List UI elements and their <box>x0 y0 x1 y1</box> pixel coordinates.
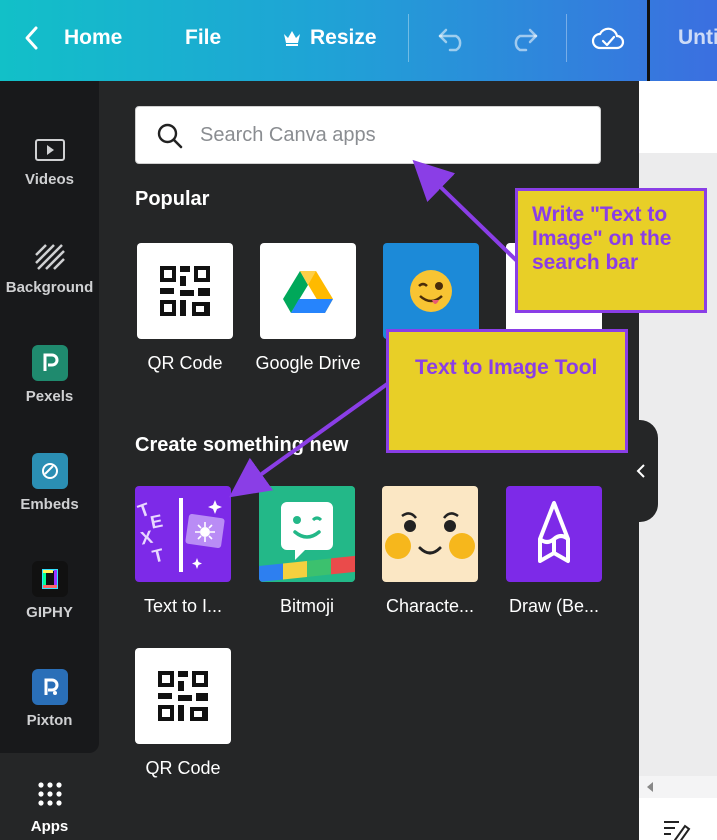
rail-item-giphy[interactable]: GIPHY <box>0 553 99 643</box>
notes-bar <box>639 798 717 840</box>
app-label: Text to I... <box>143 596 223 616</box>
scroll-left-icon[interactable] <box>639 776 659 798</box>
callout-text-to-image-tool: Text to Image Tool <box>386 329 628 453</box>
app-label: QR Code <box>147 353 223 373</box>
app-label: Google Drive <box>255 353 361 373</box>
rail-apps-area: Apps <box>0 753 99 840</box>
rail-item-pixton[interactable]: Pixton <box>0 661 99 751</box>
create-heading: Create something new <box>135 434 349 456</box>
app-tile-draw[interactable]: Draw (Be... <box>506 486 602 617</box>
app-label: Draw (Be... <box>508 596 600 616</box>
file-menu-button[interactable]: File <box>185 22 221 54</box>
crown-icon <box>284 31 300 46</box>
app-tile-character[interactable]: Characte... <box>382 486 478 617</box>
canva-editor: Home File Resize Unti Videos Background … <box>0 0 717 840</box>
rail-item-embeds[interactable]: Embeds <box>0 445 99 535</box>
rail-item-label: Embeds <box>20 496 79 513</box>
giphy-icon <box>31 561 68 597</box>
toolbar-divider <box>566 14 567 62</box>
back-chevron-icon[interactable] <box>22 22 42 54</box>
rail-item-label: Pexels <box>25 388 74 405</box>
bitmoji-icon <box>259 486 355 582</box>
qr-code-icon <box>135 648 231 744</box>
app-tile-google-drive[interactable]: Google Drive <box>255 243 361 374</box>
pixton-icon <box>31 669 68 705</box>
search-icon <box>157 123 183 149</box>
popular-heading: Popular <box>135 188 210 210</box>
rail-item-label: GIPHY <box>26 604 73 621</box>
toolbar-divider <box>408 14 409 62</box>
app-tile-bitmoji[interactable]: Bitmoji <box>259 486 355 617</box>
canvas-toolbar-area <box>639 81 717 153</box>
top-bar: Home File Resize Unti <box>0 0 717 84</box>
app-label: QR Code <box>145 758 221 778</box>
pexels-icon <box>31 345 68 381</box>
resize-button[interactable]: Resize <box>282 22 377 54</box>
design-title[interactable]: Unti <box>647 0 717 84</box>
notes-pencil-icon[interactable] <box>661 816 691 840</box>
resize-label: Resize <box>310 26 377 49</box>
app-tile-emoji[interactable] <box>383 243 479 339</box>
undo-icon[interactable] <box>436 22 470 54</box>
app-label: Characte... <box>385 596 475 616</box>
search-input[interactable] <box>200 119 580 151</box>
callout-search-instruction: Write "Text to Image" on the search bar <box>515 188 707 313</box>
rail-item-label: Background <box>5 279 94 296</box>
video-icon <box>32 135 68 171</box>
character-face-icon <box>382 486 478 582</box>
rail-item-label: Videos <box>25 171 74 188</box>
side-rail: Videos Background Pexels Embeds GIPHY Pi… <box>0 81 99 753</box>
rail-item-apps[interactable]: Apps <box>0 753 99 840</box>
search-bar[interactable] <box>135 106 601 164</box>
home-button[interactable]: Home <box>64 22 122 54</box>
pencil-icon <box>506 486 602 582</box>
collapse-panel-chevron-icon[interactable] <box>624 420 658 522</box>
google-drive-icon <box>260 243 356 339</box>
text-to-image-icon: T E X T <box>135 486 231 582</box>
rail-item-label: Pixton <box>26 712 73 729</box>
cloud-saved-icon[interactable] <box>590 22 626 54</box>
apps-grid-icon <box>37 781 63 807</box>
app-tile-qr-code[interactable]: QR Code <box>137 243 233 374</box>
app-tile-qr-code[interactable]: QR Code <box>135 648 231 779</box>
svg-text:T: T <box>150 545 166 567</box>
app-tile-text-to-image[interactable]: T E X T Text to I... <box>135 486 231 617</box>
rail-item-label: Apps <box>30 818 69 835</box>
embeds-icon <box>31 453 68 489</box>
qr-code-icon <box>137 243 233 339</box>
horizontal-scrollbar[interactable] <box>639 776 717 798</box>
rail-item-videos[interactable]: Videos <box>0 121 99 211</box>
rail-item-background[interactable]: Background <box>0 229 99 319</box>
rail-item-pexels[interactable]: Pexels <box>0 337 99 427</box>
app-label: Bitmoji <box>279 596 334 616</box>
redo-icon[interactable] <box>506 22 540 54</box>
winking-emoji-icon <box>383 243 479 339</box>
background-pattern-icon <box>32 241 68 277</box>
